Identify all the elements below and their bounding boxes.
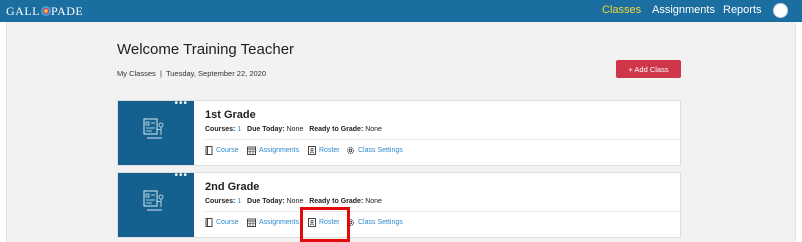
book-icon bbox=[205, 146, 213, 155]
gear-icon bbox=[347, 219, 354, 226]
assignments-link[interactable]: Assignments bbox=[247, 146, 299, 155]
class-card: ••• 2nd Grade Courses: 1 Due Today: None… bbox=[117, 170, 681, 238]
roster-icon bbox=[308, 146, 316, 155]
class-thumbnail[interactable]: ••• bbox=[118, 170, 194, 237]
courses-label: Courses: bbox=[205, 126, 236, 133]
class-settings-link-label: Class Settings bbox=[358, 219, 403, 226]
assignments-link-label: Assignments bbox=[259, 219, 300, 226]
more-options-icon[interactable]: ••• bbox=[174, 98, 188, 109]
gallopade-logo[interactable]: GALL PADE bbox=[6, 4, 83, 19]
course-link-label: Course bbox=[216, 147, 239, 154]
logo-text-right: PADE bbox=[51, 4, 84, 18]
breadcrumb-my-classes[interactable]: My Classes bbox=[117, 69, 156, 78]
assignments-link-label: Assignments bbox=[259, 147, 300, 154]
ready-to-grade-value: None bbox=[365, 126, 382, 133]
book-icon bbox=[205, 218, 213, 227]
ready-to-grade-value: None bbox=[365, 198, 382, 205]
class-thumbnail[interactable]: ••• bbox=[118, 98, 194, 165]
breadcrumb: My Classes | Tuesday, September 22, 2020 bbox=[117, 69, 266, 78]
due-today-value: None bbox=[286, 126, 304, 133]
roster-link-label: Roster bbox=[319, 147, 340, 154]
nav-classes-link[interactable]: Classes bbox=[602, 4, 641, 16]
courses-count[interactable]: 1 bbox=[237, 198, 241, 205]
roster-link[interactable]: Roster bbox=[308, 218, 340, 227]
class-stats: Courses: 1 Due Today: None Ready to Grad… bbox=[205, 198, 382, 205]
assignments-link[interactable]: Assignments bbox=[247, 218, 299, 227]
add-class-button[interactable]: + Add Class bbox=[616, 60, 681, 78]
teacher-board-icon bbox=[143, 190, 164, 211]
roster-link[interactable]: Roster bbox=[308, 146, 340, 155]
more-options-icon[interactable]: ••• bbox=[174, 170, 188, 181]
due-today-label: Due Today: bbox=[247, 126, 285, 133]
nav-reports-link[interactable]: Reports bbox=[723, 4, 762, 16]
teacher-board-icon bbox=[143, 118, 164, 139]
roster-link-label: Roster bbox=[319, 219, 340, 226]
class-settings-link[interactable]: Class Settings bbox=[346, 146, 403, 155]
course-link[interactable]: Course bbox=[205, 146, 239, 155]
courses-count[interactable]: 1 bbox=[237, 126, 241, 133]
class-settings-link[interactable]: Class Settings bbox=[346, 218, 403, 227]
class-settings-link-label: Class Settings bbox=[358, 147, 403, 154]
course-link[interactable]: Course bbox=[205, 218, 239, 227]
top-navigation-bar: GALL PADE Classes Assignments Reports bbox=[0, 0, 802, 22]
ready-to-grade-label: Ready to Grade: bbox=[309, 126, 364, 133]
due-today-value: None bbox=[286, 198, 304, 205]
page-title: Welcome Training Teacher bbox=[117, 41, 295, 58]
breadcrumb-separator: | bbox=[159, 69, 162, 78]
card-divider bbox=[205, 139, 679, 140]
class-card: ••• 1st Grade Courses: 1 Due Today: None… bbox=[117, 98, 681, 166]
card-divider bbox=[205, 211, 679, 212]
course-link-label: Course bbox=[216, 219, 239, 226]
user-avatar[interactable] bbox=[773, 3, 788, 18]
roster-icon bbox=[308, 218, 316, 227]
current-date: Tuesday, September 22, 2020 bbox=[165, 69, 267, 78]
gear-icon bbox=[347, 147, 354, 154]
due-today-label: Due Today: bbox=[247, 198, 285, 205]
ready-to-grade-label: Ready to Grade: bbox=[309, 198, 364, 205]
class-stats: Courses: 1 Due Today: None Ready to Grad… bbox=[205, 126, 382, 133]
calendar-icon bbox=[247, 146, 256, 155]
logo-globe-icon bbox=[40, 6, 51, 16]
courses-label: Courses: bbox=[205, 198, 236, 205]
nav-assignments-link[interactable]: Assignments bbox=[652, 4, 715, 16]
logo-text-left: GALL bbox=[6, 4, 40, 18]
class-name[interactable]: 1st Grade bbox=[205, 109, 256, 121]
calendar-icon bbox=[247, 218, 256, 227]
class-name[interactable]: 2nd Grade bbox=[205, 181, 259, 193]
